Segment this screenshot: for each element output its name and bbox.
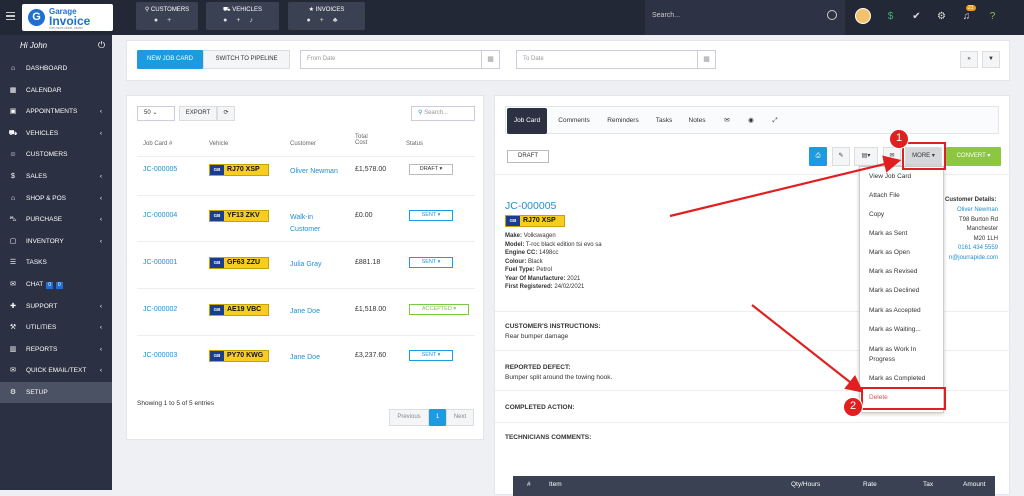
arrow-to-delete-item: [751, 304, 864, 393]
callout-1: 1: [889, 129, 909, 149]
highlight-more-button: [902, 142, 946, 170]
annotation-arrows: [669, 155, 902, 393]
callout-2: 2: [843, 397, 863, 417]
highlight-delete-item: [861, 387, 946, 410]
arrow-to-more-button: [669, 155, 902, 218]
